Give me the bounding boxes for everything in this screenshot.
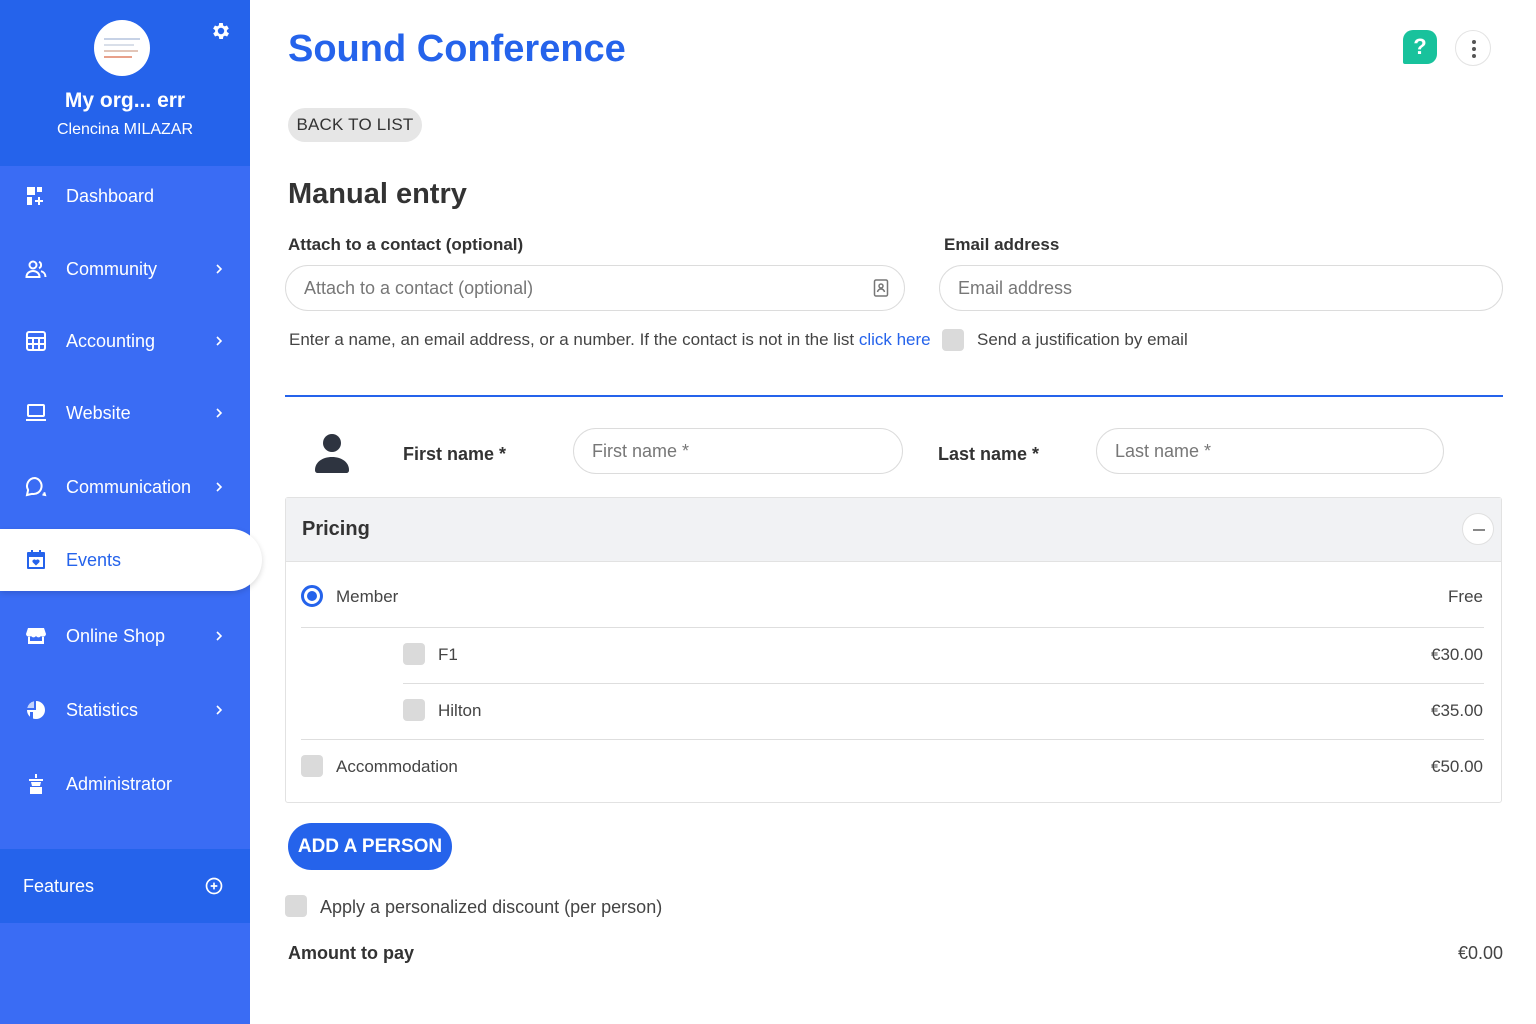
chevron-right-icon xyxy=(216,631,223,641)
sidebar-item-online-shop[interactable]: Online Shop xyxy=(0,605,250,667)
dot xyxy=(1472,47,1476,51)
calendar-icon xyxy=(27,550,45,569)
click-here-link[interactable]: click here xyxy=(859,330,931,349)
chevron-right-icon xyxy=(216,482,223,492)
hilton-checkbox[interactable] xyxy=(403,699,425,721)
sidebar-item-label: Dashboard xyxy=(66,185,155,206)
email-label: Email address xyxy=(944,235,1060,254)
app: My org... err Clencina MILAZAR Dashboard… xyxy=(0,0,1536,1024)
minus-icon xyxy=(1473,529,1485,531)
features-label: Features xyxy=(23,876,95,896)
contact-label: Attach to a contact (optional) xyxy=(288,235,524,254)
sidebar-item-label: Website xyxy=(66,402,131,423)
justification-checkbox[interactable] xyxy=(942,329,964,351)
store-icon xyxy=(26,628,46,644)
last-name-input[interactable]: Last name * xyxy=(1096,428,1444,474)
row-divider xyxy=(301,739,1484,740)
org-name: My org... err xyxy=(64,89,186,112)
dot xyxy=(1472,40,1476,44)
sidebar-item-label: Communication xyxy=(66,476,192,497)
member-radio[interactable] xyxy=(301,585,323,607)
contact-help-text: Enter a name, an email address, or a num… xyxy=(289,330,931,349)
f1-checkbox[interactable] xyxy=(403,643,425,665)
person-icon xyxy=(315,434,349,473)
option-price: €50.00 xyxy=(1431,757,1483,776)
amount-value: €0.00 xyxy=(1457,943,1503,963)
features-section[interactable]: Features xyxy=(0,849,250,923)
gear-icon[interactable] xyxy=(210,20,232,42)
community-icon xyxy=(25,260,47,278)
sidebar-item-label: Administrator xyxy=(66,773,173,794)
sidebar-item-events[interactable]: Events xyxy=(0,529,262,591)
last-name-label: Last name * xyxy=(938,444,1040,464)
amount-label: Amount to pay xyxy=(288,943,414,963)
option-label: F1 xyxy=(438,645,458,664)
option-label: Accommodation xyxy=(336,757,458,776)
option-price: Free xyxy=(1448,587,1483,606)
chat-icon xyxy=(25,476,47,497)
sidebar-item-statistics[interactable]: Statistics xyxy=(0,679,250,741)
first-name-input[interactable]: First name * xyxy=(573,428,903,474)
help-button[interactable]: ? xyxy=(1403,30,1437,64)
page-title: Sound Conference xyxy=(288,28,626,70)
sidebar-item-community[interactable]: Community xyxy=(0,238,250,300)
section-title: Manual entry xyxy=(288,178,467,210)
row-divider xyxy=(301,627,1484,628)
more-options-button[interactable] xyxy=(1455,30,1491,66)
collapse-button[interactable] xyxy=(1462,513,1494,545)
sidebar-item-accounting[interactable]: Accounting xyxy=(0,310,250,372)
chevron-right-icon xyxy=(216,336,223,346)
sidebar-header: My org... err Clencina MILAZAR xyxy=(0,0,250,166)
justification-label: Send a justification by email xyxy=(977,330,1188,349)
org-avatar[interactable] xyxy=(94,20,150,76)
contact-card-icon[interactable] xyxy=(873,279,889,297)
sidebar-item-label: Accounting xyxy=(66,330,156,351)
sidebar-item-administrator[interactable]: Administrator xyxy=(0,753,250,815)
first-name-label: First name * xyxy=(403,444,507,464)
pie-chart-icon xyxy=(27,701,45,719)
back-to-list-button[interactable]: BACK TO LIST xyxy=(288,108,422,142)
sidebar-item-dashboard[interactable]: Dashboard xyxy=(0,165,250,227)
dashboard-icon xyxy=(27,187,43,205)
option-price: €30.00 xyxy=(1431,645,1483,664)
calculator-icon xyxy=(26,331,46,351)
discount-label: Apply a personalized discount (per perso… xyxy=(320,897,663,917)
discount-checkbox[interactable] xyxy=(285,895,307,917)
sidebar-item-label: Statistics xyxy=(66,699,139,720)
divider xyxy=(285,395,1503,397)
add-circle-icon[interactable] xyxy=(204,876,224,896)
sidebar-item-website[interactable]: Website xyxy=(0,382,250,444)
option-label: Member xyxy=(336,587,399,606)
chevron-right-icon xyxy=(216,264,223,274)
sidebar-item-communication[interactable]: Communication xyxy=(0,456,250,518)
option-label: Hilton xyxy=(438,701,482,720)
dot xyxy=(1472,54,1476,58)
pricing-title: Pricing xyxy=(302,518,370,540)
laptop-icon xyxy=(26,404,46,421)
row-divider xyxy=(403,683,1484,684)
sidebar-item-label: Community xyxy=(66,258,158,279)
sidebar-item-label: Events xyxy=(66,549,122,570)
pricing-header: Pricing xyxy=(286,498,1501,562)
admin-icon xyxy=(29,774,43,794)
add-person-button[interactable]: ADD A PERSON xyxy=(288,823,452,870)
user-name: Clencina MILAZAR xyxy=(56,121,194,138)
sidebar: My org... err Clencina MILAZAR Dashboard… xyxy=(0,0,262,1024)
email-input[interactable]: Email address xyxy=(939,265,1503,311)
contact-input[interactable]: Attach to a contact (optional) xyxy=(285,265,905,311)
pricing-panel: Pricing Member Free F1 €30.00 Hilton €35… xyxy=(285,497,1502,803)
chevron-right-icon xyxy=(216,705,223,715)
accommodation-checkbox[interactable] xyxy=(301,755,323,777)
sidebar-item-label: Online Shop xyxy=(66,625,166,646)
chevron-right-icon xyxy=(216,408,223,418)
option-price: €35.00 xyxy=(1431,701,1483,720)
